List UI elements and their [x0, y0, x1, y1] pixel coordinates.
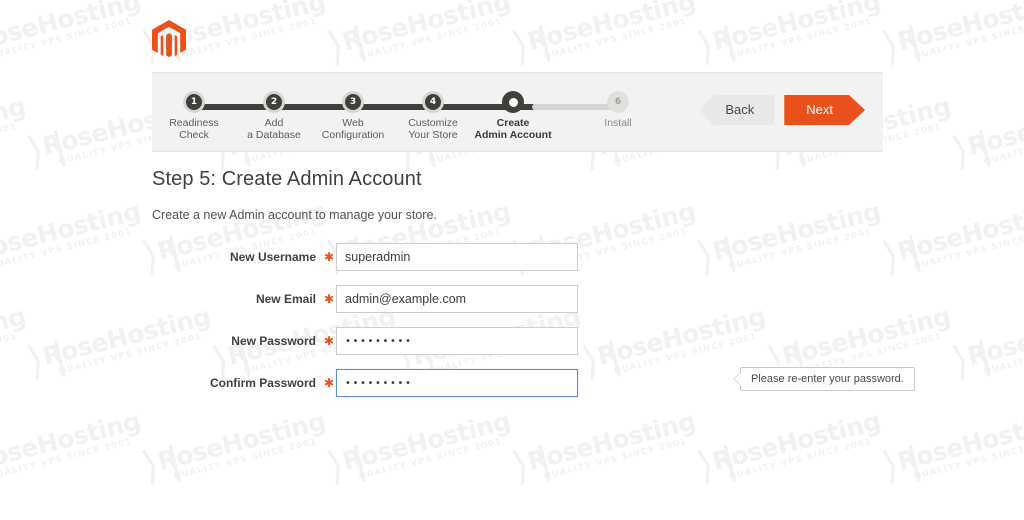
- field-row-confirm-password: Confirm Password ✱ Please re-enter your …: [152, 367, 915, 397]
- field-row-new-password: New Password ✱: [152, 327, 912, 355]
- step-4-label-line1: Customize: [408, 117, 458, 129]
- step-2-label-line1: Add: [264, 117, 284, 129]
- new-email-required-marker: ✱: [323, 292, 335, 306]
- magento-logo-icon: [152, 20, 186, 65]
- step-1-label-line2: Check: [179, 128, 209, 141]
- step-5-label: Create Admin Account: [468, 117, 558, 141]
- wizard-step-2[interactable]: 2 Add a Database: [229, 91, 319, 141]
- wizard-nav-buttons: Back Next: [699, 95, 865, 125]
- step-1-dot: 1: [183, 91, 205, 113]
- step-3-label-line1: Web: [342, 117, 364, 129]
- new-password-input[interactable]: [336, 327, 578, 355]
- step-3-label-line2: Configuration: [321, 128, 385, 141]
- step-1-label-line1: Readiness: [169, 117, 219, 129]
- step-5-marker: [508, 97, 518, 107]
- wizard-step-5[interactable]: Create Admin Account: [468, 91, 558, 141]
- step-2-number: 2: [266, 94, 282, 110]
- next-button[interactable]: Next: [784, 95, 865, 125]
- step-4-label: Customize Your Store: [388, 117, 478, 141]
- new-password-label: New Password: [231, 334, 316, 348]
- confirm-password-label: Confirm Password: [209, 376, 316, 390]
- wizard-step-1[interactable]: 1 Readiness Check: [149, 91, 239, 141]
- admin-account-form: New Username ✱ New Email ✱ New Password …: [152, 243, 915, 397]
- confirm-password-tooltip: Please re-enter your password.: [733, 367, 915, 391]
- step-3-number: 3: [345, 94, 361, 110]
- new-email-input[interactable]: [336, 285, 578, 313]
- wizard-step-4[interactable]: 4 Customize Your Store: [388, 91, 478, 141]
- step-2-label-line2: a Database: [247, 128, 301, 141]
- step-6-label: Install: [573, 117, 663, 130]
- step-3-dot: 3: [342, 91, 364, 113]
- step-4-number: 4: [425, 94, 441, 110]
- magento-installer-page: 1 Readiness Check 2 Add a Database 3 Web…: [0, 0, 1024, 520]
- step-2-label: Add a Database: [229, 117, 319, 141]
- new-username-input[interactable]: [336, 243, 578, 271]
- new-password-required-marker: ✱: [323, 334, 335, 348]
- step-1-label: Readiness Check: [149, 117, 239, 141]
- step-4-label-line2: Your Store: [408, 128, 458, 141]
- wizard-steps: 1 Readiness Check 2 Add a Database 3 Web…: [169, 91, 632, 149]
- confirm-password-required-marker: ✱: [323, 376, 335, 390]
- field-row-new-email: New Email ✱: [152, 285, 912, 313]
- confirm-password-input[interactable]: [336, 369, 578, 397]
- step-6-number: 6: [610, 94, 626, 110]
- page-subtitle: Create a new Admin account to manage you…: [152, 208, 437, 222]
- page-title: Step 5: Create Admin Account: [152, 168, 422, 190]
- step-2-dot: 2: [263, 91, 285, 113]
- step-4-dot: 4: [422, 91, 444, 113]
- new-username-label: New Username: [229, 250, 316, 264]
- step-6-dot: 6: [607, 91, 629, 113]
- wizard-step-bar: 1 Readiness Check 2 Add a Database 3 Web…: [152, 72, 883, 152]
- step-1-number: 1: [186, 94, 202, 110]
- field-row-new-username: New Username ✱: [152, 243, 912, 271]
- step-5-dot: [502, 91, 524, 113]
- new-email-label: New Email: [255, 292, 316, 306]
- wizard-step-3[interactable]: 3 Web Configuration: [308, 91, 398, 141]
- main-content: Step 5: Create Admin Account Create a ne…: [152, 168, 915, 411]
- step-6-label-line1: Install: [604, 117, 632, 129]
- step-5-label-line2: Admin Account: [474, 128, 552, 141]
- back-button[interactable]: Back: [699, 95, 775, 125]
- wizard-step-6[interactable]: 6 Install: [573, 91, 663, 130]
- step-5-label-line1: Create: [496, 117, 530, 129]
- step-3-label: Web Configuration: [308, 117, 398, 141]
- new-username-required-marker: ✱: [323, 250, 335, 264]
